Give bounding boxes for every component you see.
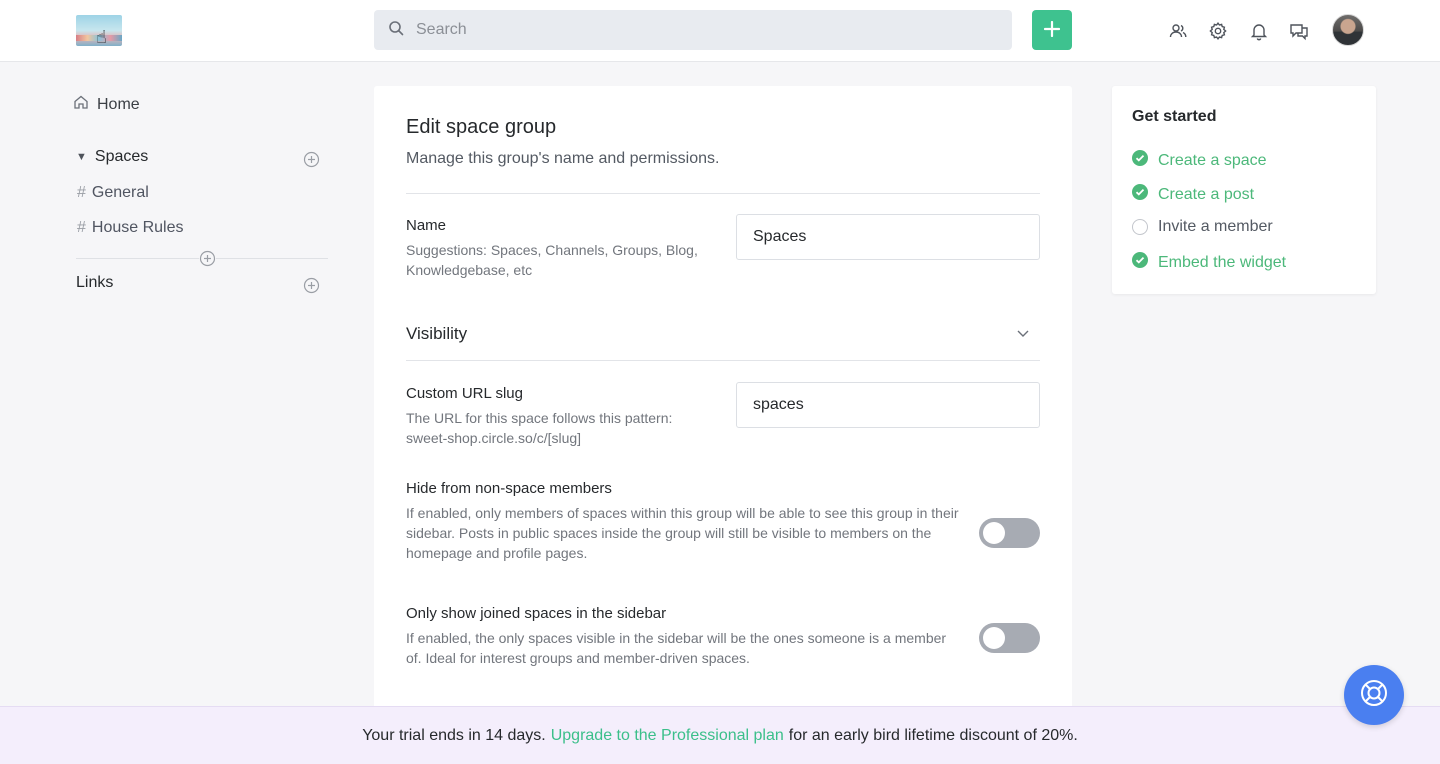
sidebar-item-home[interactable]: Home [73,94,140,115]
sidebar-item-label: House Rules [91,219,184,236]
add-group-icon[interactable] [199,250,216,267]
create-button[interactable] [1032,10,1072,50]
name-field[interactable] [736,214,1040,260]
hide-label: Hide from non-space members [406,480,612,497]
add-space-icon[interactable] [303,151,320,168]
page-subtitle: Manage this group's name and permissions… [406,150,720,167]
check-circle-icon [1132,150,1148,171]
hide-toggle[interactable] [979,518,1040,548]
sidebar-section-links[interactable]: Links [76,274,113,292]
toggle-knob [983,627,1005,649]
sidebar-section-spaces[interactable]: ▼ Spaces [76,148,148,166]
slug-label: Custom URL slug [406,385,523,402]
sidebar-item-general[interactable]: # General [77,184,149,202]
toggle-knob [983,522,1005,544]
trial-text: Your trial ends in 14 days. [362,726,546,744]
hand-cursor-icon: ☝ [96,27,107,47]
sidebar-item-label: General [91,184,149,201]
joined-label: Only show joined spaces in the sidebar [406,605,667,622]
checklist-label: Embed the widget [1158,253,1287,271]
members-icon[interactable] [1167,20,1189,42]
add-link-icon[interactable] [303,277,320,294]
hide-help: If enabled, only members of spaces withi… [406,505,959,561]
home-icon [73,94,89,115]
bell-icon[interactable] [1248,20,1270,42]
joined-toggle[interactable] [979,623,1040,653]
name-help: Suggestions: Spaces, Channels, Groups, B… [406,242,698,278]
get-started-card: Get started Create a space Create a post… [1112,86,1376,294]
chat-icon[interactable] [1288,20,1310,42]
slug-field[interactable] [736,382,1040,428]
trial-banner: Your trial ends in 14 days. Upgrade to t… [0,706,1440,764]
slug-help: The URL for this space follows this patt… [406,410,673,446]
checklist-item-create-post[interactable]: Create a post [1132,184,1254,205]
empty-circle-icon [1132,219,1148,235]
gear-icon[interactable] [1207,20,1229,42]
checklist-label: Create a post [1158,185,1255,203]
check-circle-icon [1132,252,1148,273]
user-avatar[interactable] [1332,14,1364,46]
divider [406,193,1040,194]
upgrade-link[interactable]: Upgrade to the Professional plan [551,727,784,745]
sidebar-home-label: Home [97,95,140,113]
hash-icon: # [77,184,86,201]
hash-icon: # [77,219,86,236]
lifebuoy-icon [1359,678,1389,713]
search-icon [388,20,404,41]
visibility-heading: Visibility [406,324,468,343]
checklist-item-invite-member[interactable]: Invite a member [1132,218,1273,236]
sidebar-item-house-rules[interactable]: # House Rules [77,219,184,237]
discount-text: for an early bird lifetime discount of 2… [788,726,1078,744]
checklist-item-create-space[interactable]: Create a space [1132,150,1267,171]
check-circle-icon [1132,184,1148,205]
checklist-label: Create a space [1158,151,1267,169]
divider [406,360,1040,361]
name-label: Name [406,217,447,234]
chevron-down-icon[interactable] [1015,325,1031,341]
joined-help: If enabled, the only spaces visible in t… [406,630,947,666]
help-button[interactable] [1344,665,1404,725]
plus-icon [1043,20,1061,40]
search-input[interactable] [416,21,976,39]
checklist-label: Invite a member [1158,218,1273,235]
edit-space-group-card: Edit space group Manage this group's nam… [374,86,1072,726]
sidebar-links-label: Links [76,274,114,291]
checklist-item-embed-widget[interactable]: Embed the widget [1132,252,1286,273]
top-header: ☝ [0,0,1440,62]
search-bar[interactable] [374,10,1012,50]
get-started-title: Get started [1132,108,1217,125]
caret-down-icon: ▼ [76,151,87,163]
page-title: Edit space group [406,116,557,138]
sidebar-spaces-label: Spaces [94,148,149,165]
